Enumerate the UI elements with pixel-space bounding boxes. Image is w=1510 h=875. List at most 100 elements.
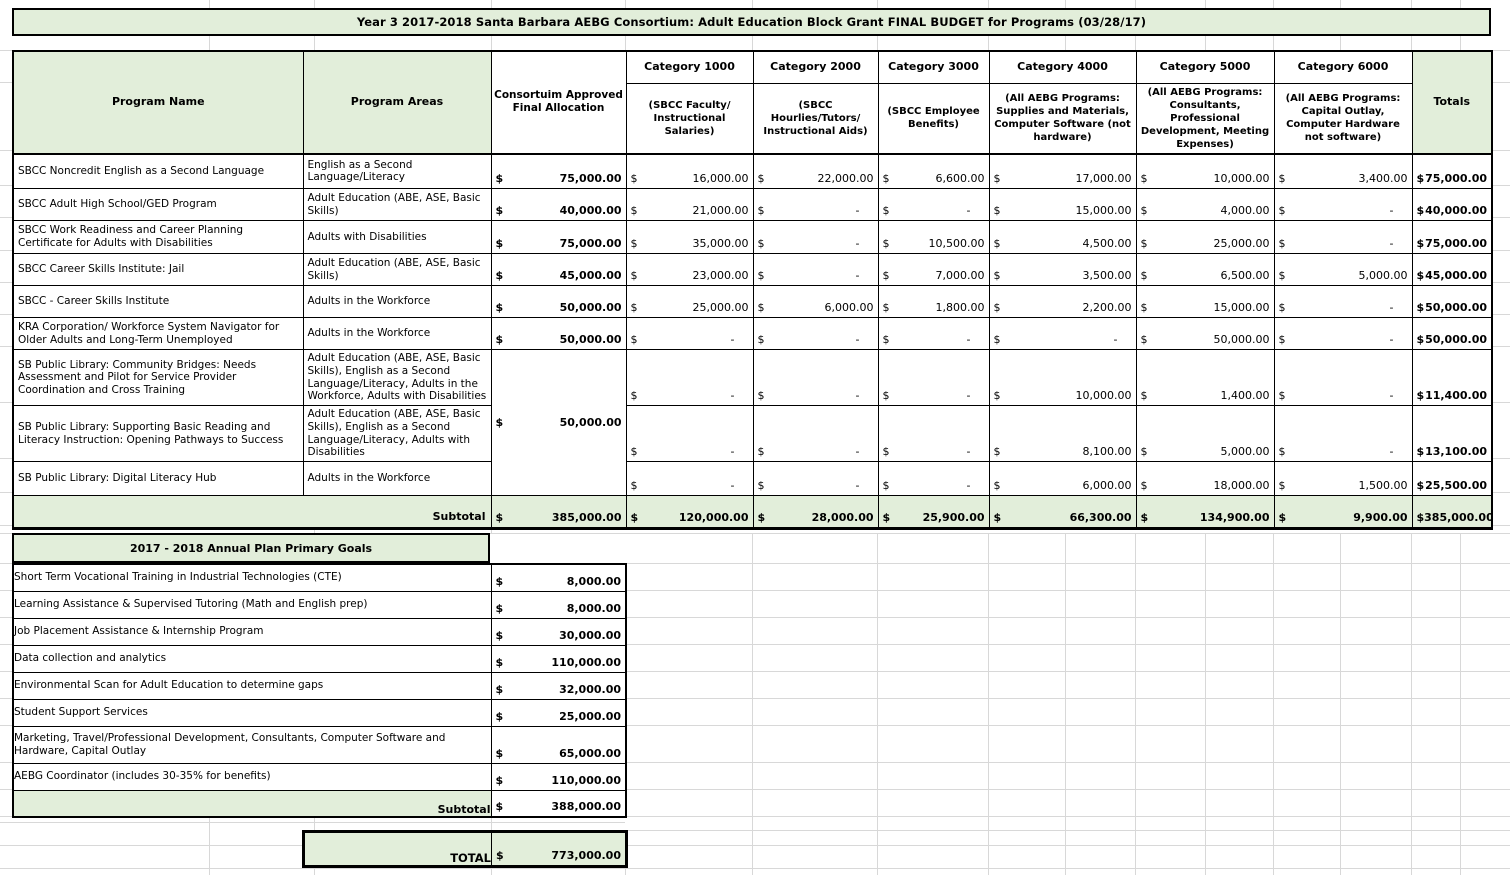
subtotal-category-cell[interactable]: $28,000.00	[753, 496, 878, 529]
allocation-cell[interactable]: $75,000.00	[491, 221, 626, 254]
category-amount-cell[interactable]: $-	[1274, 189, 1412, 221]
category-amount-cell[interactable]: $-	[626, 318, 753, 350]
category-amount-cell[interactable]: $-	[753, 221, 878, 254]
goals-section-header[interactable]: 2017 - 2018 Annual Plan Primary Goals	[12, 533, 490, 563]
category-amount-cell[interactable]: $-	[1274, 221, 1412, 254]
category-amount-cell[interactable]: $4,000.00	[1136, 189, 1274, 221]
budget-title-cell[interactable]: Year 3 2017-2018 Santa Barbara AEBG Cons…	[12, 8, 1491, 36]
category-4000-description[interactable]: (All AEBG Programs: Supplies and Materia…	[989, 83, 1136, 154]
category-amount-cell[interactable]: $21,000.00	[626, 189, 753, 221]
allocation-cell[interactable]: $75,000.00	[491, 154, 626, 189]
col-header-allocation[interactable]: Consortuim Approved Final Allocation	[491, 51, 626, 154]
category-amount-cell[interactable]: $-	[1274, 406, 1412, 462]
program-name-cell[interactable]: SBCC - Career Skills Institute	[13, 286, 303, 318]
row-total-cell[interactable]: $11,400.00	[1412, 350, 1492, 406]
subtotal-category-cell[interactable]: $25,900.00	[878, 496, 989, 529]
allocation-cell[interactable]: $45,000.00	[491, 254, 626, 286]
program-name-cell[interactable]: SB Public Library: Community Bridges: Ne…	[13, 350, 303, 406]
col-header-category-5000[interactable]: Category 5000	[1136, 51, 1274, 83]
category-amount-cell[interactable]: $5,000.00	[1136, 406, 1274, 462]
row-total-cell[interactable]: $75,000.00	[1412, 154, 1492, 189]
category-amount-cell[interactable]: $2,200.00	[989, 286, 1136, 318]
category-amount-cell[interactable]: $8,100.00	[989, 406, 1136, 462]
category-amount-cell[interactable]: $-	[753, 254, 878, 286]
goal-amount-cell[interactable]: $30,000.00	[491, 618, 626, 645]
subtotal-category-cell[interactable]: $9,900.00	[1274, 496, 1412, 529]
category-amount-cell[interactable]: $-	[878, 318, 989, 350]
category-amount-cell[interactable]: $17,000.00	[989, 154, 1136, 189]
subtotal-category-cell[interactable]: $134,900.00	[1136, 496, 1274, 529]
allocation-cell[interactable]: $40,000.00	[491, 189, 626, 221]
goal-amount-cell[interactable]: $110,000.00	[491, 763, 626, 790]
program-name-cell[interactable]: SBCC Career Skills Institute: Jail	[13, 254, 303, 286]
goal-amount-cell[interactable]: $110,000.00	[491, 645, 626, 672]
program-areas-cell[interactable]: Adults in the Workforce	[303, 318, 491, 350]
category-amount-cell[interactable]: $3,400.00	[1274, 154, 1412, 189]
program-areas-cell[interactable]: Adult Education (ABE, ASE, Basic Skills)	[303, 189, 491, 221]
goal-label-cell[interactable]: Student Support Services	[13, 699, 491, 726]
goal-label-cell[interactable]: AEBG Coordinator (includes 30-35% for be…	[13, 763, 491, 790]
category-amount-cell[interactable]: $-	[753, 318, 878, 350]
category-amount-cell[interactable]: $50,000.00	[1136, 318, 1274, 350]
category-amount-cell[interactable]: $16,000.00	[626, 154, 753, 189]
goal-amount-cell[interactable]: $65,000.00	[491, 726, 626, 763]
category-amount-cell[interactable]: $15,000.00	[989, 189, 1136, 221]
category-1000-description[interactable]: (SBCC Faculty/ Instructional Salaries)	[626, 83, 753, 154]
category-amount-cell[interactable]: $1,800.00	[878, 286, 989, 318]
category-amount-cell[interactable]: $10,000.00	[1136, 154, 1274, 189]
category-amount-cell[interactable]: $-	[878, 406, 989, 462]
col-header-program-name[interactable]: Program Name	[13, 51, 303, 154]
category-amount-cell[interactable]: $15,000.00	[1136, 286, 1274, 318]
allocation-cell[interactable]: $50,000.00	[491, 318, 626, 350]
category-amount-cell[interactable]: $25,000.00	[1136, 221, 1274, 254]
program-name-cell[interactable]: SBCC Work Readiness and Career Planning …	[13, 221, 303, 254]
goal-label-cell[interactable]: Short Term Vocational Training in Indust…	[13, 564, 491, 591]
allocation-cell-merged[interactable]: $50,000.00	[491, 350, 626, 496]
category-amount-cell[interactable]: $-	[1274, 286, 1412, 318]
goal-label-cell[interactable]: Marketing, Travel/Professional Developme…	[13, 726, 491, 763]
category-amount-cell[interactable]: $6,000.00	[753, 286, 878, 318]
subtotal-label-cell[interactable]: Subtotal	[13, 496, 491, 529]
category-2000-description[interactable]: (SBCC Hourlies/Tutors/ Instructional Aid…	[753, 83, 878, 154]
row-total-cell[interactable]: $50,000.00	[1412, 286, 1492, 318]
category-amount-cell[interactable]: $5,000.00	[1274, 254, 1412, 286]
category-amount-cell[interactable]: $4,500.00	[989, 221, 1136, 254]
category-amount-cell[interactable]: $-	[878, 189, 989, 221]
program-areas-cell[interactable]: Adults in the Workforce	[303, 286, 491, 318]
program-areas-cell[interactable]: Adults with Disabilities	[303, 221, 491, 254]
row-total-cell[interactable]: $40,000.00	[1412, 189, 1492, 221]
category-amount-cell[interactable]: $-	[626, 406, 753, 462]
program-areas-cell[interactable]: Adults in the Workforce	[303, 462, 491, 496]
category-amount-cell[interactable]: $10,500.00	[878, 221, 989, 254]
category-amount-cell[interactable]: $1,400.00	[1136, 350, 1274, 406]
program-name-cell[interactable]: SBCC Noncredit English as a Second Langu…	[13, 154, 303, 189]
program-areas-cell[interactable]: Adult Education (ABE, ASE, Basic Skills)…	[303, 406, 491, 462]
program-name-cell[interactable]: SBCC Adult High School/GED Program	[13, 189, 303, 221]
category-amount-cell[interactable]: $6,000.00	[989, 462, 1136, 496]
subtotal-category-cell[interactable]: $120,000.00	[626, 496, 753, 529]
goals-subtotal-amount-cell[interactable]: $388,000.00	[491, 790, 626, 817]
goal-label-cell[interactable]: Learning Assistance & Supervised Tutorin…	[13, 591, 491, 618]
category-amount-cell[interactable]: $-	[753, 350, 878, 406]
category-amount-cell[interactable]: $23,000.00	[626, 254, 753, 286]
program-areas-cell[interactable]: Adult Education (ABE, ASE, Basic Skills)…	[303, 350, 491, 406]
col-header-category-4000[interactable]: Category 4000	[989, 51, 1136, 83]
col-header-program-areas[interactable]: Program Areas	[303, 51, 491, 154]
category-amount-cell[interactable]: $-	[878, 350, 989, 406]
col-header-category-3000[interactable]: Category 3000	[878, 51, 989, 83]
row-total-cell[interactable]: $13,100.00	[1412, 406, 1492, 462]
col-header-category-6000[interactable]: Category 6000	[1274, 51, 1412, 83]
category-amount-cell[interactable]: $-	[753, 462, 878, 496]
col-header-totals[interactable]: Totals	[1412, 51, 1492, 154]
grand-total-label-cell[interactable]: TOTAL	[304, 832, 492, 867]
category-amount-cell[interactable]: $22,000.00	[753, 154, 878, 189]
allocation-cell[interactable]: $50,000.00	[491, 286, 626, 318]
category-amount-cell[interactable]: $10,000.00	[989, 350, 1136, 406]
row-total-cell[interactable]: $25,500.00	[1412, 462, 1492, 496]
program-name-cell[interactable]: SB Public Library: Digital Literacy Hub	[13, 462, 303, 496]
category-amount-cell[interactable]: $18,000.00	[1136, 462, 1274, 496]
goal-label-cell[interactable]: Data collection and analytics	[13, 645, 491, 672]
category-amount-cell[interactable]: $6,600.00	[878, 154, 989, 189]
goal-label-cell[interactable]: Environmental Scan for Adult Education t…	[13, 672, 491, 699]
program-name-cell[interactable]: SB Public Library: Supporting Basic Read…	[13, 406, 303, 462]
